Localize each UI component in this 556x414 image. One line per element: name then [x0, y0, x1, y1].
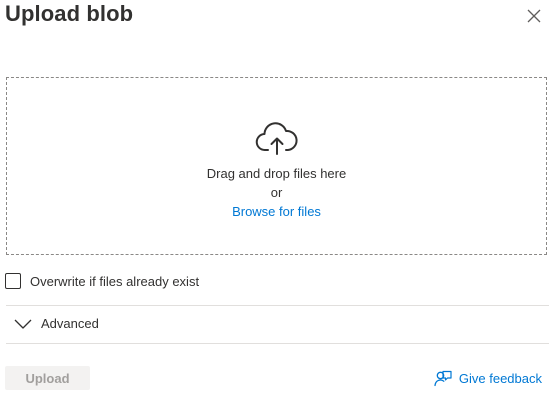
dropzone-or-text: or	[270, 185, 283, 200]
upload-button[interactable]: Upload	[5, 366, 90, 390]
divider	[6, 343, 549, 344]
browse-files-link[interactable]: Browse for files	[7, 204, 546, 219]
overwrite-checkbox[interactable]	[5, 273, 21, 289]
divider	[6, 305, 549, 306]
dropzone-instruction: Drag and drop files here	[206, 166, 347, 181]
upload-blob-panel: Upload blob Drag and drop files here or …	[0, 0, 556, 414]
file-dropzone[interactable]: Drag and drop files here or Browse for f…	[6, 77, 547, 255]
give-feedback-label: Give feedback	[458, 370, 542, 386]
give-feedback-link[interactable]: Give feedback	[434, 369, 542, 387]
cloud-upload-icon	[255, 122, 297, 155]
advanced-label: Advanced	[41, 316, 99, 331]
overwrite-label: Overwrite if files already exist	[30, 273, 200, 289]
advanced-section-toggle[interactable]: Advanced	[14, 316, 99, 331]
panel-title: Upload blob	[5, 1, 134, 26]
overwrite-option[interactable]: Overwrite if files already exist	[5, 273, 199, 289]
feedback-person-icon	[434, 370, 452, 387]
close-icon[interactable]	[526, 8, 542, 24]
chevron-down-icon	[14, 319, 32, 329]
